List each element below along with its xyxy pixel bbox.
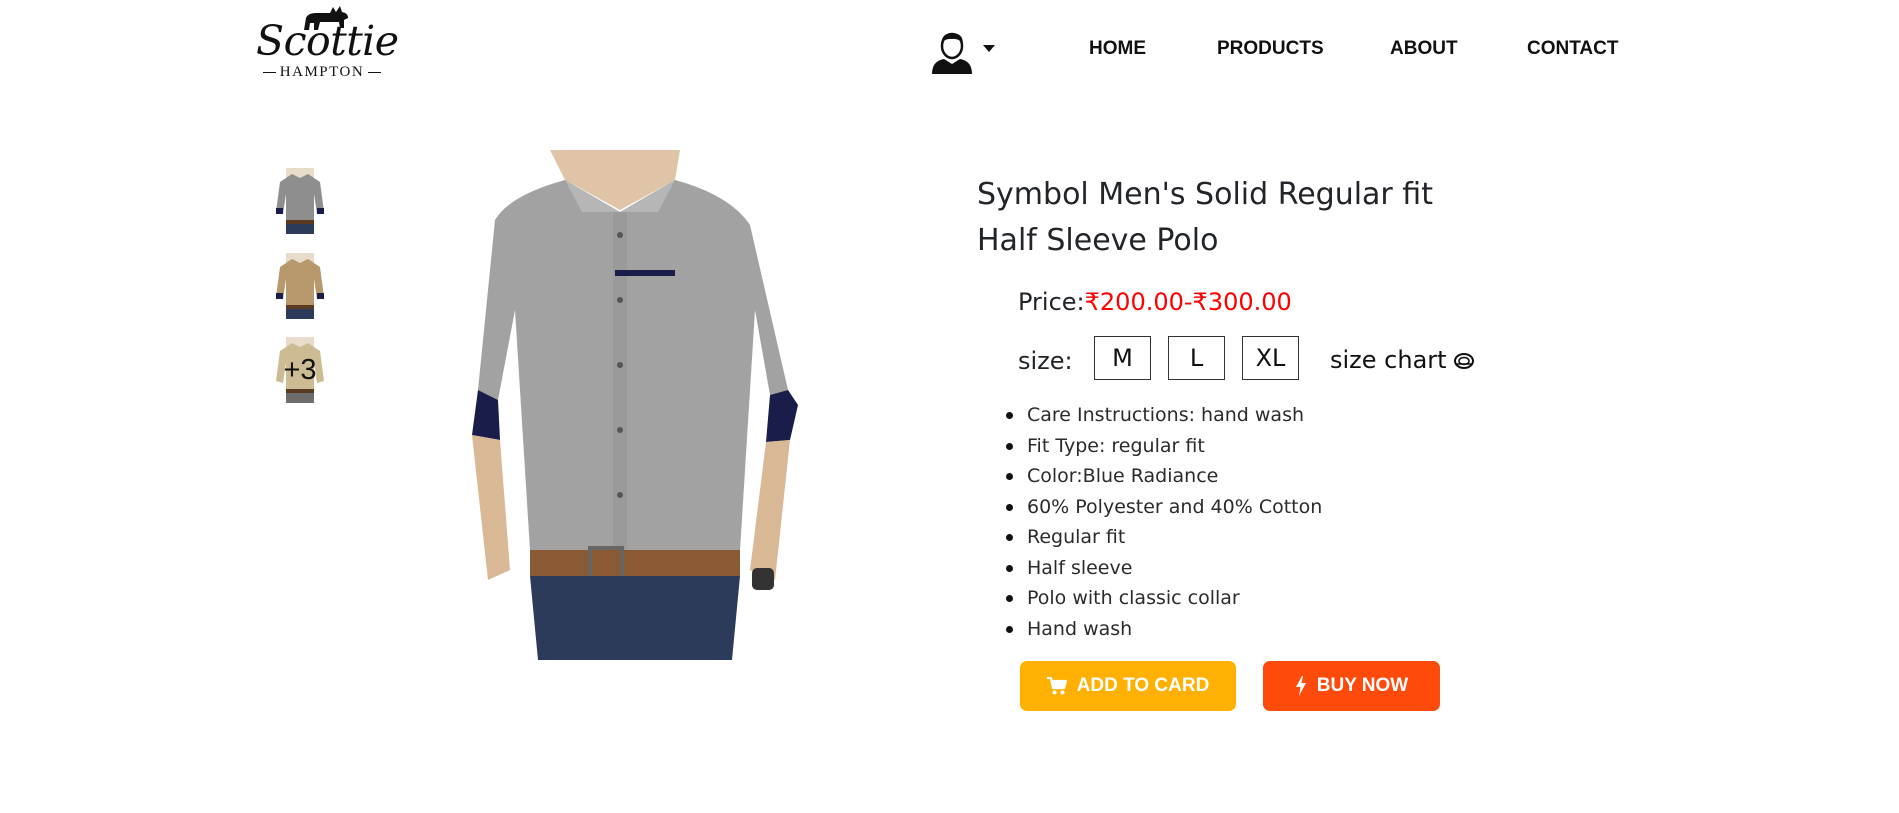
measuring-tape-icon — [1453, 353, 1474, 369]
buy-now-button[interactable]: BUY NOW — [1263, 661, 1440, 711]
feature-list: Care Instructions: hand wash Fit Type: r… — [1005, 400, 1322, 645]
logo-subtitle: HAMPTON — [256, 64, 388, 81]
thumbnail-khaki-shirt[interactable] — [272, 253, 328, 319]
feature-item: Regular fit — [1005, 522, 1322, 553]
size-option-l[interactable]: L — [1168, 336, 1225, 380]
chevron-down-icon — [983, 45, 995, 52]
feature-item: Polo with classic collar — [1005, 583, 1322, 614]
buy-now-label: BUY NOW — [1316, 675, 1409, 696]
price-label: Price: — [1018, 288, 1085, 316]
nav-home[interactable]: HOME — [1089, 38, 1146, 60]
khaki-shirt-thumbnail-image — [276, 253, 324, 319]
size-option-xl[interactable]: XL — [1242, 336, 1299, 380]
shopping-cart-icon — [1046, 677, 1067, 695]
size-selector: size: M L XL size chart — [1018, 336, 1488, 384]
brand-logo[interactable]: Scottie HAMPTON — [256, 4, 399, 82]
size-label: size: — [1018, 347, 1073, 375]
size-chart-link[interactable]: size chart — [1330, 346, 1475, 374]
account-menu[interactable] — [930, 30, 1000, 74]
nav-products[interactable]: PRODUCTS — [1217, 38, 1324, 60]
price-row: Price:₹200.00-₹300.00 — [1018, 288, 1292, 316]
feature-item: 60% Polyester and 40% Cotton — [1005, 492, 1322, 523]
more-images-count: +3 — [283, 353, 317, 386]
thumbnail-more-images[interactable]: +3 — [272, 337, 328, 403]
nav-contact[interactable]: CONTACT — [1527, 38, 1618, 60]
thumbnail-grey-shirt[interactable] — [272, 168, 328, 234]
size-option-m[interactable]: M — [1094, 336, 1151, 380]
feature-item: Color:Blue Radiance — [1005, 461, 1322, 492]
feature-item: Care Instructions: hand wash — [1005, 400, 1322, 431]
grey-shirt-thumbnail-image — [276, 168, 324, 234]
logo-subtitle-text: HAMPTON — [279, 64, 365, 80]
shirt-model-image — [472, 150, 798, 660]
product-title: Symbol Men's Solid Regular fit Half Slee… — [977, 177, 1433, 258]
price-value: ₹200.00-₹300.00 — [1084, 288, 1292, 316]
nav-about[interactable]: ABOUT — [1390, 38, 1458, 60]
feature-item: Half sleeve — [1005, 553, 1322, 584]
size-chart-label: size chart — [1330, 346, 1447, 374]
product-main-image[interactable] — [470, 150, 820, 660]
add-to-cart-label: ADD TO CARD — [1076, 675, 1210, 696]
feature-item: Fit Type: regular fit — [1005, 431, 1322, 462]
feature-item: Hand wash — [1005, 614, 1322, 645]
lightning-bolt-icon — [1295, 676, 1306, 696]
logo-script-text: Scottie — [256, 17, 399, 65]
user-avatar-icon — [932, 32, 972, 74]
add-to-cart-button[interactable]: ADD TO CARD — [1020, 661, 1236, 711]
